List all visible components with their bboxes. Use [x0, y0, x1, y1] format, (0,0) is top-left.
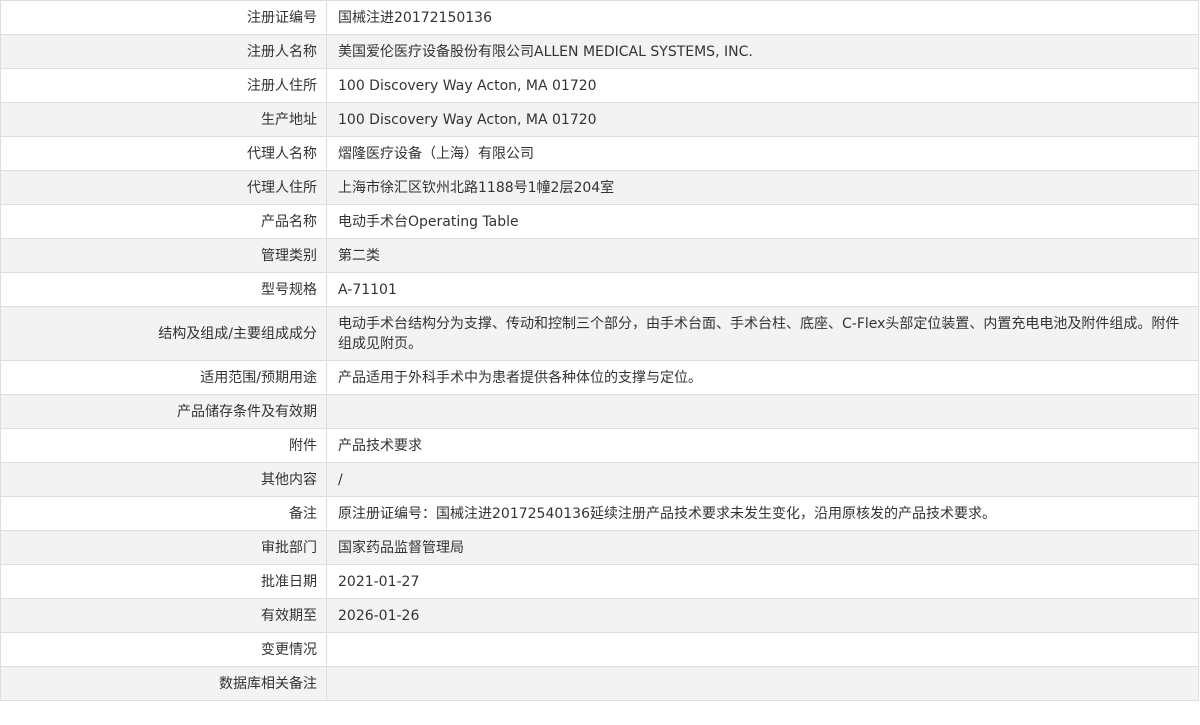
field-value: 电动手术台结构分为支撑、传动和控制三个部分，由手术台面、手术台柱、底座、C-Fl… — [326, 306, 1199, 361]
table-row: 注册人住所 100 Discovery Way Acton, MA 01720 — [0, 68, 1199, 103]
field-label: 适用范围/预期用途 — [0, 360, 327, 395]
field-label: 型号规格 — [0, 272, 327, 307]
table-row: 备注 原注册证编号：国械注进20172540136延续注册产品技术要求未发生变化… — [0, 496, 1199, 531]
table-row: 代理人名称 熠隆医疗设备（上海）有限公司 — [0, 136, 1199, 171]
table-row: 代理人住所 上海市徐汇区钦州北路1188号1幢2层204室 — [0, 170, 1199, 205]
table-row: 产品储存条件及有效期 — [0, 394, 1199, 429]
table-row: 批准日期 2021-01-27 — [0, 564, 1199, 599]
field-value — [326, 394, 1199, 429]
field-label: 附件 — [0, 428, 327, 463]
field-label: 生产地址 — [0, 102, 327, 137]
field-value — [326, 666, 1199, 701]
field-value: 熠隆医疗设备（上海）有限公司 — [326, 136, 1199, 171]
field-label: 备注 — [0, 496, 327, 531]
table-row: 型号规格 A-71101 — [0, 272, 1199, 307]
field-label: 产品名称 — [0, 204, 327, 239]
field-label: 结构及组成/主要组成成分 — [0, 306, 327, 361]
field-label: 管理类别 — [0, 238, 327, 273]
field-label: 代理人住所 — [0, 170, 327, 205]
field-value — [326, 632, 1199, 667]
table-row: 数据库相关备注 — [0, 666, 1199, 701]
field-label: 数据库相关备注 — [0, 666, 327, 701]
field-value: 2026-01-26 — [326, 598, 1199, 633]
field-value: 国家药品监督管理局 — [326, 530, 1199, 565]
field-value: A-71101 — [326, 272, 1199, 307]
field-label: 产品储存条件及有效期 — [0, 394, 327, 429]
field-value: 美国爱伦医疗设备股份有限公司ALLEN MEDICAL SYSTEMS, INC… — [326, 34, 1199, 69]
field-label: 注册人名称 — [0, 34, 327, 69]
table-row: 附件 产品技术要求 — [0, 428, 1199, 463]
field-label: 变更情况 — [0, 632, 327, 667]
field-value: 第二类 — [326, 238, 1199, 273]
field-value: 产品适用于外科手术中为患者提供各种体位的支撑与定位。 — [326, 360, 1199, 395]
field-label: 批准日期 — [0, 564, 327, 599]
field-value: / — [326, 462, 1199, 497]
table-row: 结构及组成/主要组成成分 电动手术台结构分为支撑、传动和控制三个部分，由手术台面… — [0, 306, 1199, 361]
field-value: 产品技术要求 — [326, 428, 1199, 463]
field-value: 100 Discovery Way Acton, MA 01720 — [326, 102, 1199, 137]
field-value: 原注册证编号：国械注进20172540136延续注册产品技术要求未发生变化，沿用… — [326, 496, 1199, 531]
field-value: 国械注进20172150136 — [326, 0, 1199, 35]
table-row: 适用范围/预期用途 产品适用于外科手术中为患者提供各种体位的支撑与定位。 — [0, 360, 1199, 395]
field-label: 注册人住所 — [0, 68, 327, 103]
field-label: 审批部门 — [0, 530, 327, 565]
field-value: 电动手术台Operating Table — [326, 204, 1199, 239]
field-label: 代理人名称 — [0, 136, 327, 171]
field-label: 有效期至 — [0, 598, 327, 633]
field-value: 上海市徐汇区钦州北路1188号1幢2层204室 — [326, 170, 1199, 205]
field-label: 其他内容 — [0, 462, 327, 497]
table-row: 变更情况 — [0, 632, 1199, 667]
field-label: 注册证编号 — [0, 0, 327, 35]
table-row: 产品名称 电动手术台Operating Table — [0, 204, 1199, 239]
table-row: 审批部门 国家药品监督管理局 — [0, 530, 1199, 565]
table-row: 生产地址 100 Discovery Way Acton, MA 01720 — [0, 102, 1199, 137]
table-row: 管理类别 第二类 — [0, 238, 1199, 273]
table-row: 注册人名称 美国爱伦医疗设备股份有限公司ALLEN MEDICAL SYSTEM… — [0, 34, 1199, 69]
registration-detail-table: 注册证编号 国械注进20172150136 注册人名称 美国爱伦医疗设备股份有限… — [0, 0, 1199, 701]
field-value: 2021-01-27 — [326, 564, 1199, 599]
table-row: 有效期至 2026-01-26 — [0, 598, 1199, 633]
table-row: 其他内容 / — [0, 462, 1199, 497]
field-value: 100 Discovery Way Acton, MA 01720 — [326, 68, 1199, 103]
table-row: 注册证编号 国械注进20172150136 — [0, 0, 1199, 35]
